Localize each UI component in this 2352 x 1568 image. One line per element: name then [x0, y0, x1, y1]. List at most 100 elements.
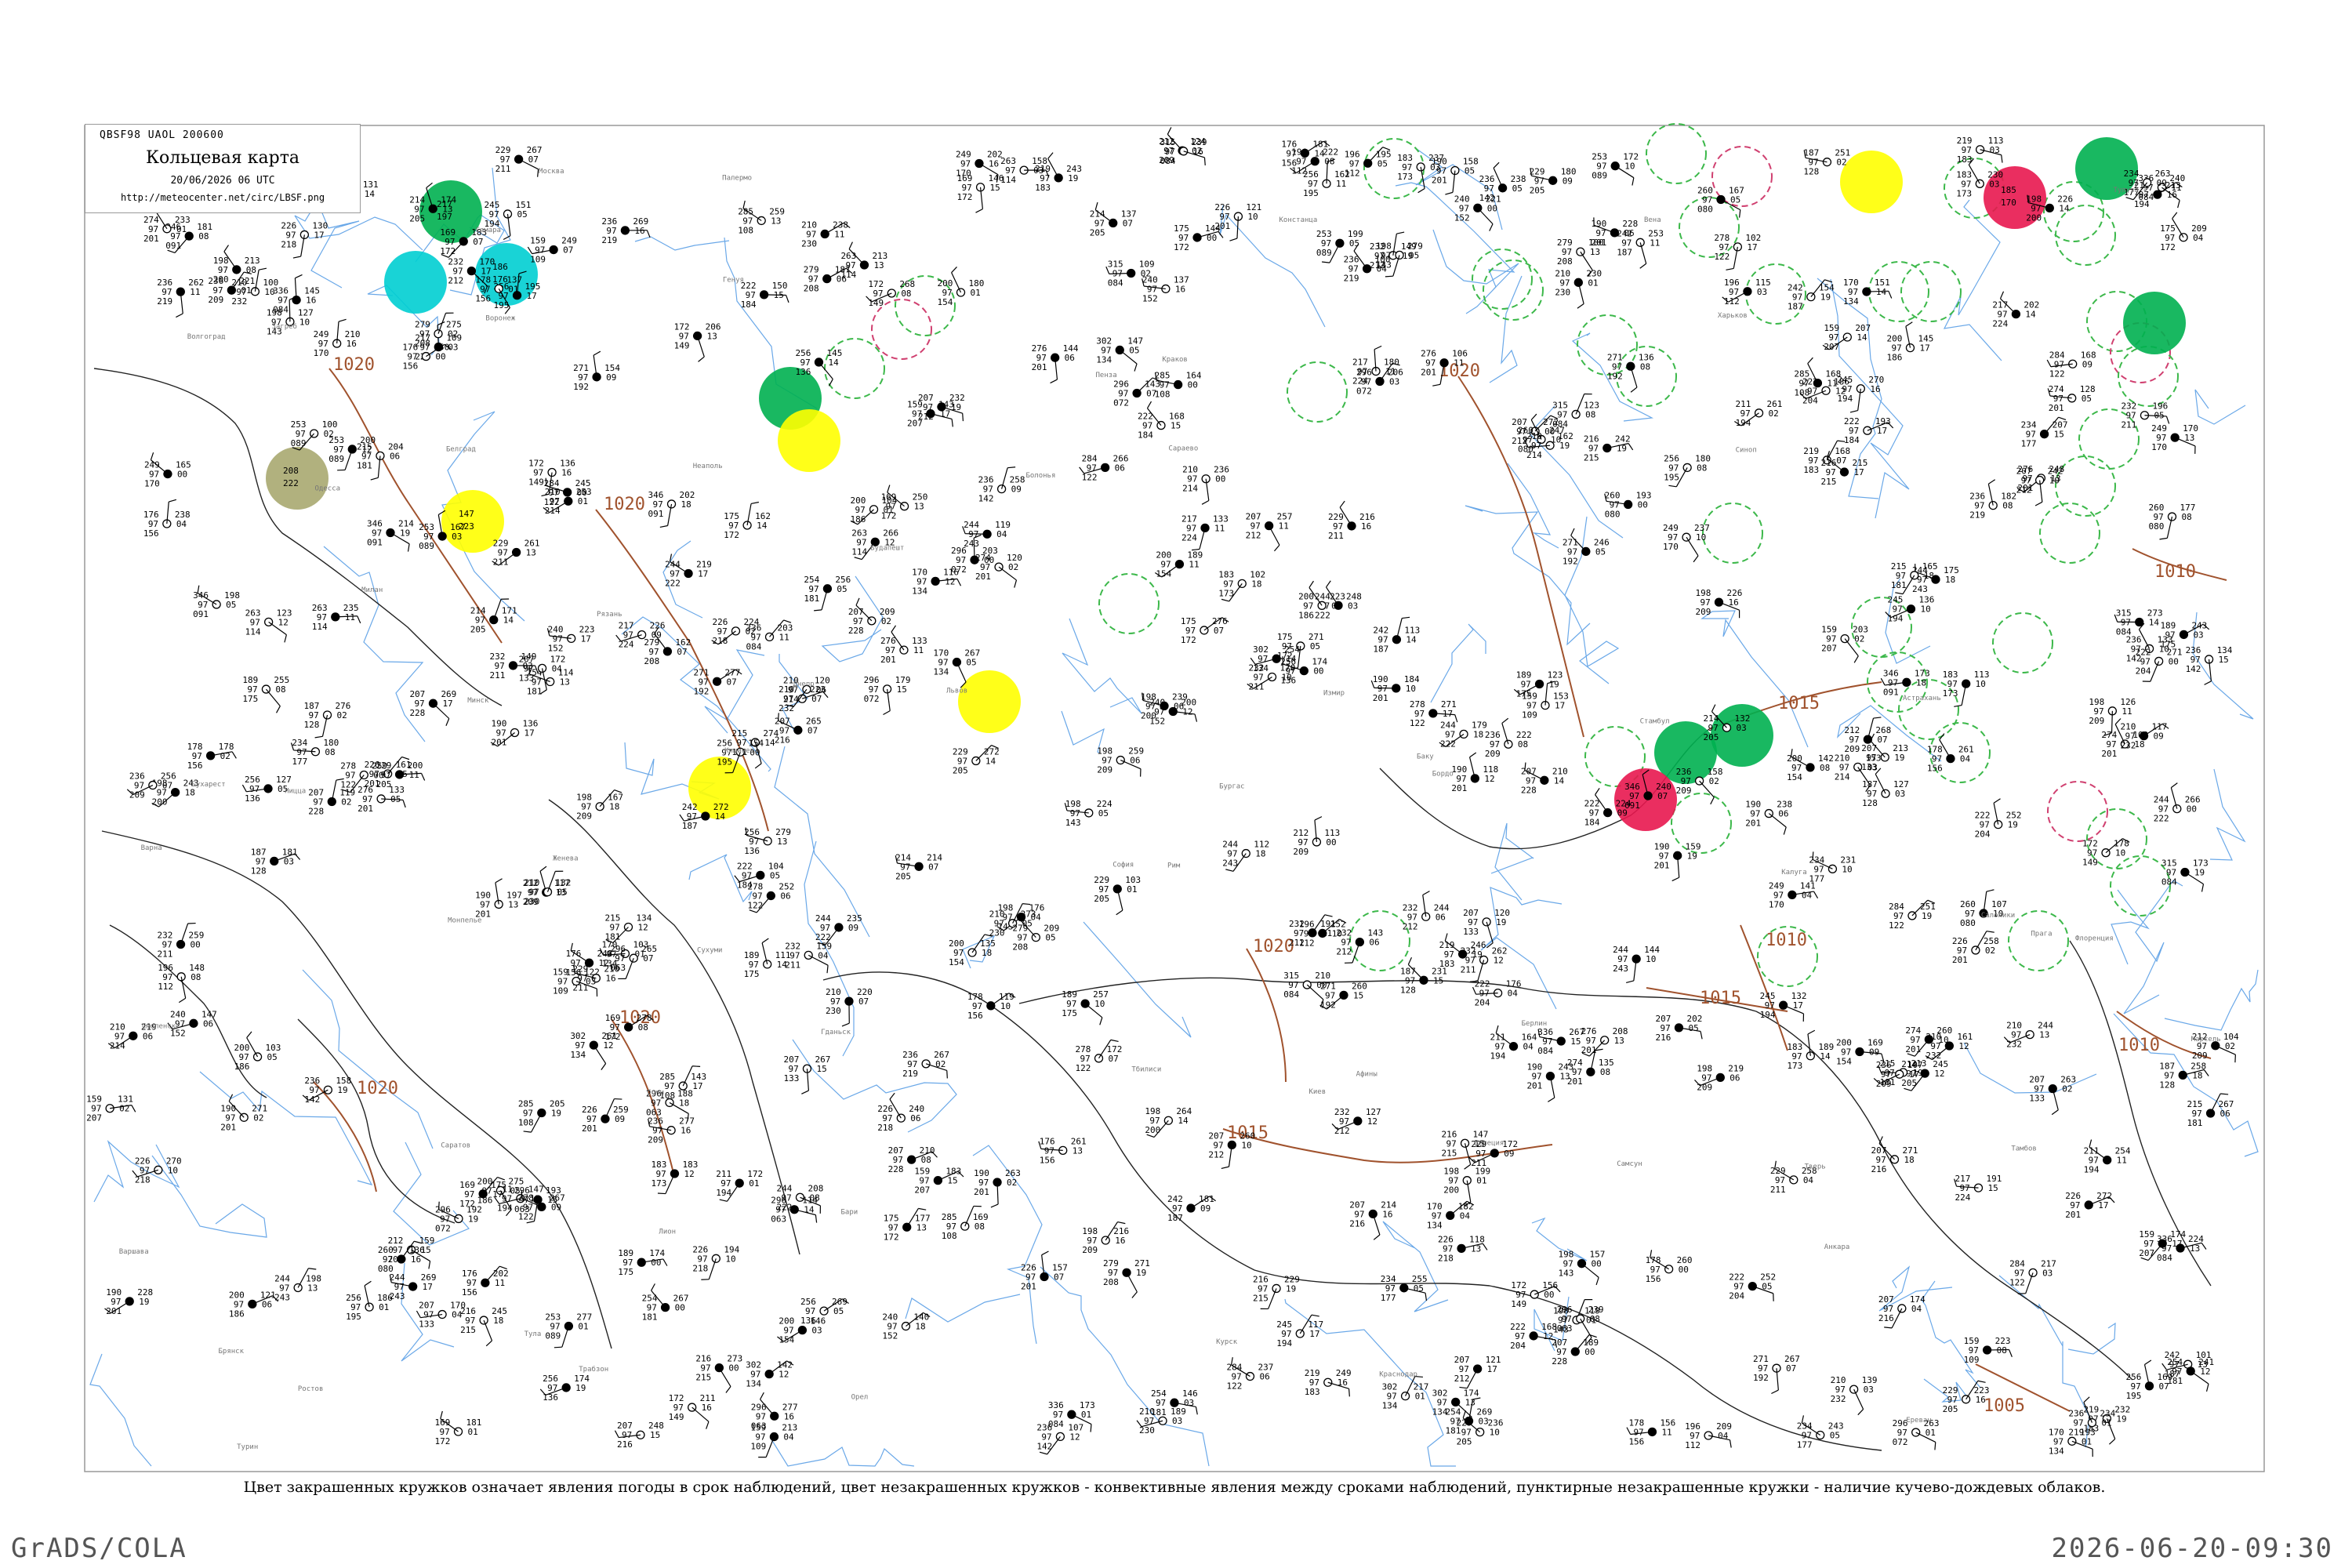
station-plot-106: 1729714917810	[2082, 838, 2130, 868]
station-tendency: 08	[975, 1221, 985, 1232]
source-url[interactable]: http://meteocenter.net/circ/LBSF.png	[85, 192, 360, 203]
wind-barb-feather	[357, 615, 361, 624]
station-dewpoint: 209	[208, 295, 223, 305]
station-dewpoint: 152	[882, 1331, 898, 1341]
wind-barb-feather	[1895, 592, 1904, 595]
station-dewpoint: 201	[143, 234, 159, 244]
station-thunder-pres: 170	[2001, 198, 2016, 208]
station-tendency: 13	[916, 1222, 927, 1232]
station-tendency: 07	[727, 677, 737, 687]
station-tendency: 06	[910, 1113, 920, 1123]
station-tendency: 07	[1877, 735, 1887, 745]
wind-barb-feather	[1308, 580, 1314, 588]
wind-barb-feather	[2034, 501, 2043, 506]
river-48	[2067, 1322, 2116, 1355]
city-label-17: Вена	[1644, 216, 1661, 224]
station-dewpoint: 200	[1141, 710, 1156, 720]
station-plot-220: 1879712812703	[1862, 768, 1909, 808]
station-tendency: 04	[1377, 264, 1388, 274]
station-tendency: 15	[1570, 1036, 1581, 1047]
station-plot-388: 2369714213415	[2186, 645, 2233, 685]
city-label-10: Венеция	[1474, 1139, 1504, 1147]
station-tendency: 04	[1460, 1210, 1471, 1221]
cb-ring-24	[1287, 361, 1348, 423]
wind-barb-icon	[697, 336, 705, 358]
station-tendency: 01	[971, 288, 981, 298]
wind-barb-feather	[523, 1131, 532, 1133]
wind-barb-feather	[1195, 1406, 1198, 1415]
wind-barb-feather	[1849, 409, 1858, 413]
station-tendency: 19	[1472, 949, 1483, 960]
wind-barb-feather	[2205, 1384, 2209, 1392]
station-plot-392: 2229720417604	[1472, 979, 1521, 1008]
city-label-65: Синоп	[1736, 447, 1757, 455]
wind-barb-feather	[1501, 717, 1509, 724]
station-tendency: 12	[2200, 1367, 2210, 1377]
station-plot-121: 2449722226600	[2154, 782, 2201, 824]
station-tendency: 06	[780, 891, 790, 902]
station-dewpoint: 170	[2151, 442, 2167, 452]
city-label-51: Курск	[1216, 1338, 1238, 1346]
cb-rings-layer	[824, 123, 2179, 987]
station-plot-398: 2569719518008	[1664, 453, 1711, 488]
station-dewpoint: 172	[881, 511, 897, 521]
station-tendency: 05	[770, 870, 780, 880]
station-plot-349: 3159708417319	[2161, 858, 2209, 892]
station-tendency: 04	[1803, 1175, 1814, 1185]
station-dewpoint: 173	[1397, 172, 1413, 182]
cb-ring-11	[2055, 205, 2116, 266]
wind-barb-feather	[495, 878, 503, 884]
station-plot-53: 2299720522316	[1943, 1380, 1989, 1414]
station-dewpoint: 177	[2021, 439, 2037, 449]
station-dewpoint: 133	[419, 1319, 434, 1330]
city-label-35: Харьков	[1718, 312, 1748, 320]
station-tendency: 14	[1820, 1051, 1831, 1062]
station-tendency: 13	[2184, 433, 2194, 443]
city-label-16: Палермо	[722, 174, 752, 182]
station-tendency: 10	[1938, 1035, 1948, 1045]
coastline-4	[1018, 977, 1757, 1012]
city-label-41: Тбилиси	[1131, 1065, 1161, 1074]
wind-barb-feather	[1999, 291, 2005, 299]
station-dewpoint: 212	[1454, 1374, 1470, 1384]
station-dewpoint: 114	[851, 546, 867, 557]
city-label-4: Ницца	[285, 787, 306, 795]
station-plot-249: 2079721620205	[1655, 1014, 1703, 1043]
station-dewpoint: 136	[245, 793, 260, 804]
station-plot-369: 2429718711314	[1373, 616, 1420, 655]
station-tendency: 09	[2157, 178, 2167, 188]
station-tendency: 01	[1127, 884, 1137, 895]
station-plot-280: 2199718311303	[1957, 136, 2004, 165]
station-dewpoint: 122	[1076, 1063, 1091, 1073]
station-tendency: 06	[1730, 1073, 1740, 1083]
station-dewpoint: 175	[1516, 689, 1532, 699]
station-tendency: 01	[508, 284, 518, 294]
station-dewpoint: 133	[1861, 762, 1877, 772]
station-plot-190: 2549718126700	[642, 1283, 688, 1323]
station-dewpoint: 211	[785, 960, 800, 970]
station-tendency: 17	[2098, 1200, 2108, 1210]
station-tendency: 19	[337, 1085, 347, 1095]
station-dewpoint: 222	[1440, 739, 1456, 749]
river-11	[771, 1439, 915, 1467]
station-dewpoint: 212	[1246, 531, 1261, 541]
wind-barb-feather	[1314, 816, 1323, 821]
station-dewpoint: 172	[605, 1032, 621, 1042]
city-label-57: Смоленск	[142, 1023, 176, 1031]
station-tendency: 13	[442, 204, 452, 214]
station-tendency: 05	[1730, 195, 1740, 205]
station-dewpoint: 194	[716, 1188, 731, 1198]
river-9	[2123, 880, 2183, 1014]
station-plot-199: 2789712225206	[747, 882, 794, 913]
station-tendency: 07	[1123, 218, 1133, 228]
wind-barb-icon	[625, 957, 634, 979]
station-plot-295: 2409715222317	[546, 624, 595, 653]
station-tendency: 03	[1990, 145, 2000, 155]
wind-barb-feather	[828, 379, 833, 387]
station-tendency: 09	[1200, 1203, 1210, 1214]
city-label-27: Констанца	[1279, 216, 1317, 224]
station-dewpoint: 128	[251, 866, 267, 876]
station-plot-257: 2459719427016	[1837, 375, 1884, 413]
wind-barb-feather	[1904, 1087, 1912, 1091]
station-plot-346: 2859710816400	[1155, 371, 1202, 400]
